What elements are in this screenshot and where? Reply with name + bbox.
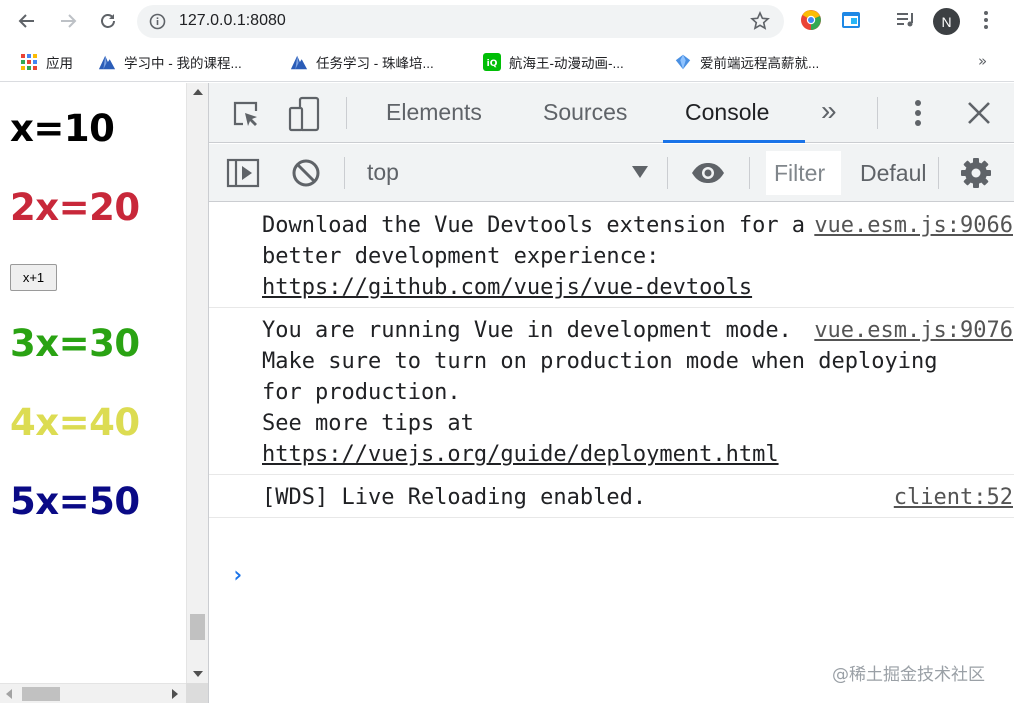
message-url-link[interactable]: https://github.com/vuejs/vue-devtools	[262, 275, 752, 300]
close-devtools-button[interactable]	[964, 98, 994, 128]
console-prompt-icon[interactable]: ›	[231, 563, 244, 588]
console-toolbar: top Filter Default levels	[209, 144, 1014, 202]
address-bar[interactable]: 127.0.0.1:8080	[137, 5, 784, 38]
devtools-panel: Elements Sources Console » top Filter De…	[208, 83, 1014, 703]
console-settings-button[interactable]	[959, 156, 993, 190]
expression-3x: 3x=30	[10, 322, 140, 365]
toolbar-separator	[346, 97, 347, 129]
bookmark-label: 航海王-动漫动画-...	[509, 56, 624, 71]
more-tabs-button[interactable]: »	[821, 95, 837, 127]
forward-arrow-icon	[61, 14, 77, 28]
tab-elements[interactable]: Elements	[386, 99, 482, 126]
eye-icon	[692, 163, 724, 183]
expression-5x: 5x=50	[10, 480, 140, 523]
clear-console-icon	[292, 159, 320, 187]
toolbar-separator	[667, 157, 668, 189]
bookmark-star-icon[interactable]	[750, 11, 770, 31]
active-tab-indicator	[663, 140, 805, 143]
url-text: 127.0.0.1:8080	[179, 12, 286, 29]
tab-console[interactable]: Console	[685, 99, 769, 126]
inspect-element-button[interactable]	[229, 97, 263, 131]
bookmark-label: 爱前端远程高薪就...	[700, 56, 820, 71]
forward-button[interactable]	[55, 8, 81, 34]
page-viewport: x=10 2x=20 x+1 3x=30 4x=40 5x=50	[0, 83, 186, 703]
scroll-up-arrow-icon[interactable]	[193, 89, 203, 95]
chrome-extension-icon[interactable]	[800, 9, 822, 31]
extension-window-icon[interactable]	[840, 9, 862, 31]
increment-button[interactable]: x+1	[10, 264, 57, 291]
console-message: vue.esm.js:9066 Download the Vue Devtool…	[209, 203, 1014, 308]
context-dropdown-arrow-icon[interactable]	[632, 166, 648, 178]
profile-avatar[interactable]: N	[933, 8, 960, 35]
kebab-menu-icon	[915, 100, 921, 126]
clear-console-button[interactable]	[290, 157, 322, 189]
console-message: client:52 [WDS] Live Reloading enabled.	[209, 475, 1014, 518]
gear-icon	[961, 158, 991, 188]
bookmark-iqiyi[interactable]: iQ 航海王-动漫动画-...	[483, 51, 624, 73]
device-toolbar-button[interactable]	[286, 95, 322, 133]
bookmarks-bar: 应用 学习中 - 我的课程... 任务学习 - 珠峰培... iQ 航海王-动漫…	[0, 42, 1014, 82]
scrollbar-corner	[186, 683, 208, 703]
watermark: @稀土掘金技术社区	[832, 665, 985, 685]
page-vertical-scrollbar[interactable]	[186, 83, 208, 683]
horizontal-scroll-thumb[interactable]	[22, 687, 60, 701]
message-url-link[interactable]: https://vuejs.org/guide/deployment.html	[262, 442, 779, 467]
inspect-cursor-icon	[233, 101, 258, 126]
message-text: [WDS] Live Reloading enabled.	[262, 485, 647, 510]
expression-4x: 4x=40	[10, 401, 140, 444]
back-button[interactable]	[14, 8, 40, 34]
scroll-left-arrow-icon[interactable]	[6, 689, 12, 699]
console-message: vue.esm.js:9076 You are running Vue in d…	[209, 308, 1014, 475]
expression-2x: 2x=20	[10, 186, 140, 229]
message-source-link[interactable]: client:52	[894, 482, 1013, 513]
back-arrow-icon	[18, 14, 34, 28]
page-horizontal-scrollbar[interactable]	[0, 683, 186, 703]
device-mode-icon	[288, 96, 320, 132]
bookmark-label: 任务学习 - 珠峰培...	[316, 56, 434, 71]
message-source-link[interactable]: vue.esm.js:9076	[814, 315, 1013, 346]
svg-text:iQ: iQ	[487, 59, 498, 69]
bookmark-label: 学习中 - 我的课程...	[124, 56, 242, 71]
devtools-menu-button[interactable]	[906, 97, 930, 129]
console-filter-input[interactable]: Filter	[766, 151, 841, 195]
tab-sources[interactable]: Sources	[543, 99, 627, 126]
diamond-logo-icon	[674, 53, 692, 71]
bookmark-apps[interactable]: 应用	[20, 51, 73, 73]
devtools-tab-bar: Elements Sources Console »	[209, 83, 1014, 143]
info-icon[interactable]	[149, 13, 166, 30]
message-source-link[interactable]: vue.esm.js:9066	[814, 210, 1013, 241]
console-output: vue.esm.js:9066 Download the Vue Devtool…	[209, 203, 1014, 588]
show-sidebar-button[interactable]	[225, 157, 261, 189]
message-text: Download the Vue Devtools extension for …	[262, 213, 806, 269]
live-expression-button[interactable]	[688, 158, 728, 188]
bookmarks-more-button[interactable]: »	[978, 52, 987, 70]
bookmark-task[interactable]: 任务学习 - 珠峰培...	[290, 51, 434, 73]
toolbar-separator	[938, 157, 939, 189]
media-queue-icon[interactable]	[895, 9, 917, 31]
browser-toolbar: 127.0.0.1:8080 N	[0, 0, 1014, 42]
browser-menu-icon[interactable]	[978, 9, 994, 31]
mountain-logo-icon	[98, 53, 116, 71]
log-levels-dropdown[interactable]: Default levels	[860, 160, 926, 187]
toolbar-separator	[877, 97, 878, 129]
reload-button[interactable]	[95, 8, 121, 34]
mountain-logo-icon	[290, 53, 308, 71]
close-icon	[968, 102, 990, 124]
context-selector[interactable]: top	[367, 159, 399, 186]
apps-grid-icon	[20, 53, 38, 71]
bookmark-frontend[interactable]: 爱前端远程高薪就...	[674, 51, 819, 73]
reload-icon	[101, 14, 115, 28]
scroll-right-arrow-icon[interactable]	[172, 689, 178, 699]
toolbar-separator	[749, 157, 750, 189]
scroll-down-arrow-icon[interactable]	[193, 671, 203, 677]
iqiyi-logo-icon: iQ	[483, 53, 501, 71]
expression-x: x=10	[10, 107, 115, 150]
sidebar-play-icon	[226, 158, 260, 188]
vertical-scroll-thumb[interactable]	[190, 614, 205, 640]
toolbar-separator	[344, 157, 345, 189]
bookmark-course[interactable]: 学习中 - 我的课程...	[98, 51, 242, 73]
bookmark-label: 应用	[46, 56, 73, 71]
